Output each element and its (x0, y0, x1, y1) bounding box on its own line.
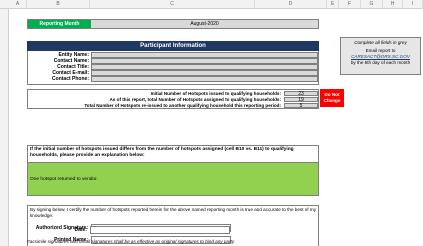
date-label: Date: (74, 227, 87, 233)
column-header-g[interactable]: G (361, 0, 383, 9)
date-input[interactable] (90, 226, 230, 234)
explanation-prompt: If the initial number of hotspots issued… (27, 145, 319, 162)
column-header-a[interactable]: A (9, 0, 27, 9)
reporting-month-row: Reporting Month August-2020 (27, 19, 319, 29)
column-header-e[interactable]: E (327, 0, 339, 9)
reissued-hotspots-value[interactable]: 5 (284, 103, 318, 109)
column-header-bar: A B C D E F G H I (0, 0, 423, 9)
instructions-grey-fields: Complete all fields in grey (354, 40, 407, 45)
row-header-bar (0, 9, 9, 246)
reissued-hotspots-label: Total Number of Hotspots re-issued to an… (84, 103, 281, 108)
column-header-c[interactable]: C (90, 0, 255, 9)
instructions-box: Complete all fields in grey Email report… (340, 37, 421, 75)
facsimile-note: Facsimile signatures and email signature… (27, 239, 236, 244)
reporting-month-label: Reporting Month (28, 20, 91, 28)
column-header-h[interactable]: H (383, 0, 403, 9)
assigned-hotspots-value[interactable]: 19 (284, 97, 318, 103)
participant-information-title: Participant Information (27, 41, 319, 51)
initial-hotspots-value[interactable]: 23 (284, 91, 318, 97)
column-header-d[interactable]: D (255, 0, 327, 9)
reporting-month-input[interactable]: August-2020 (91, 20, 318, 28)
explanation-input[interactable]: One hotspot returned to vendor. (27, 162, 319, 196)
column-header-b[interactable]: B (27, 0, 90, 9)
hotspot-counts-block: Initial Number of Hotspots issued to qua… (27, 89, 319, 109)
certification-statement: By signing below, I certify the number o… (30, 207, 316, 218)
participant-fields-block: Entity Name: Contact Name: Contact Title… (27, 51, 319, 85)
column-header-f[interactable]: F (339, 0, 361, 9)
contact-phone-input[interactable] (91, 76, 318, 82)
instructions-deadline: by the 5th day of each month (350, 60, 411, 65)
do-not-change-warning: Do Not Change (320, 89, 344, 107)
column-header-i[interactable]: I (403, 0, 423, 9)
contact-phone-label: Contact Phone: (52, 76, 89, 82)
